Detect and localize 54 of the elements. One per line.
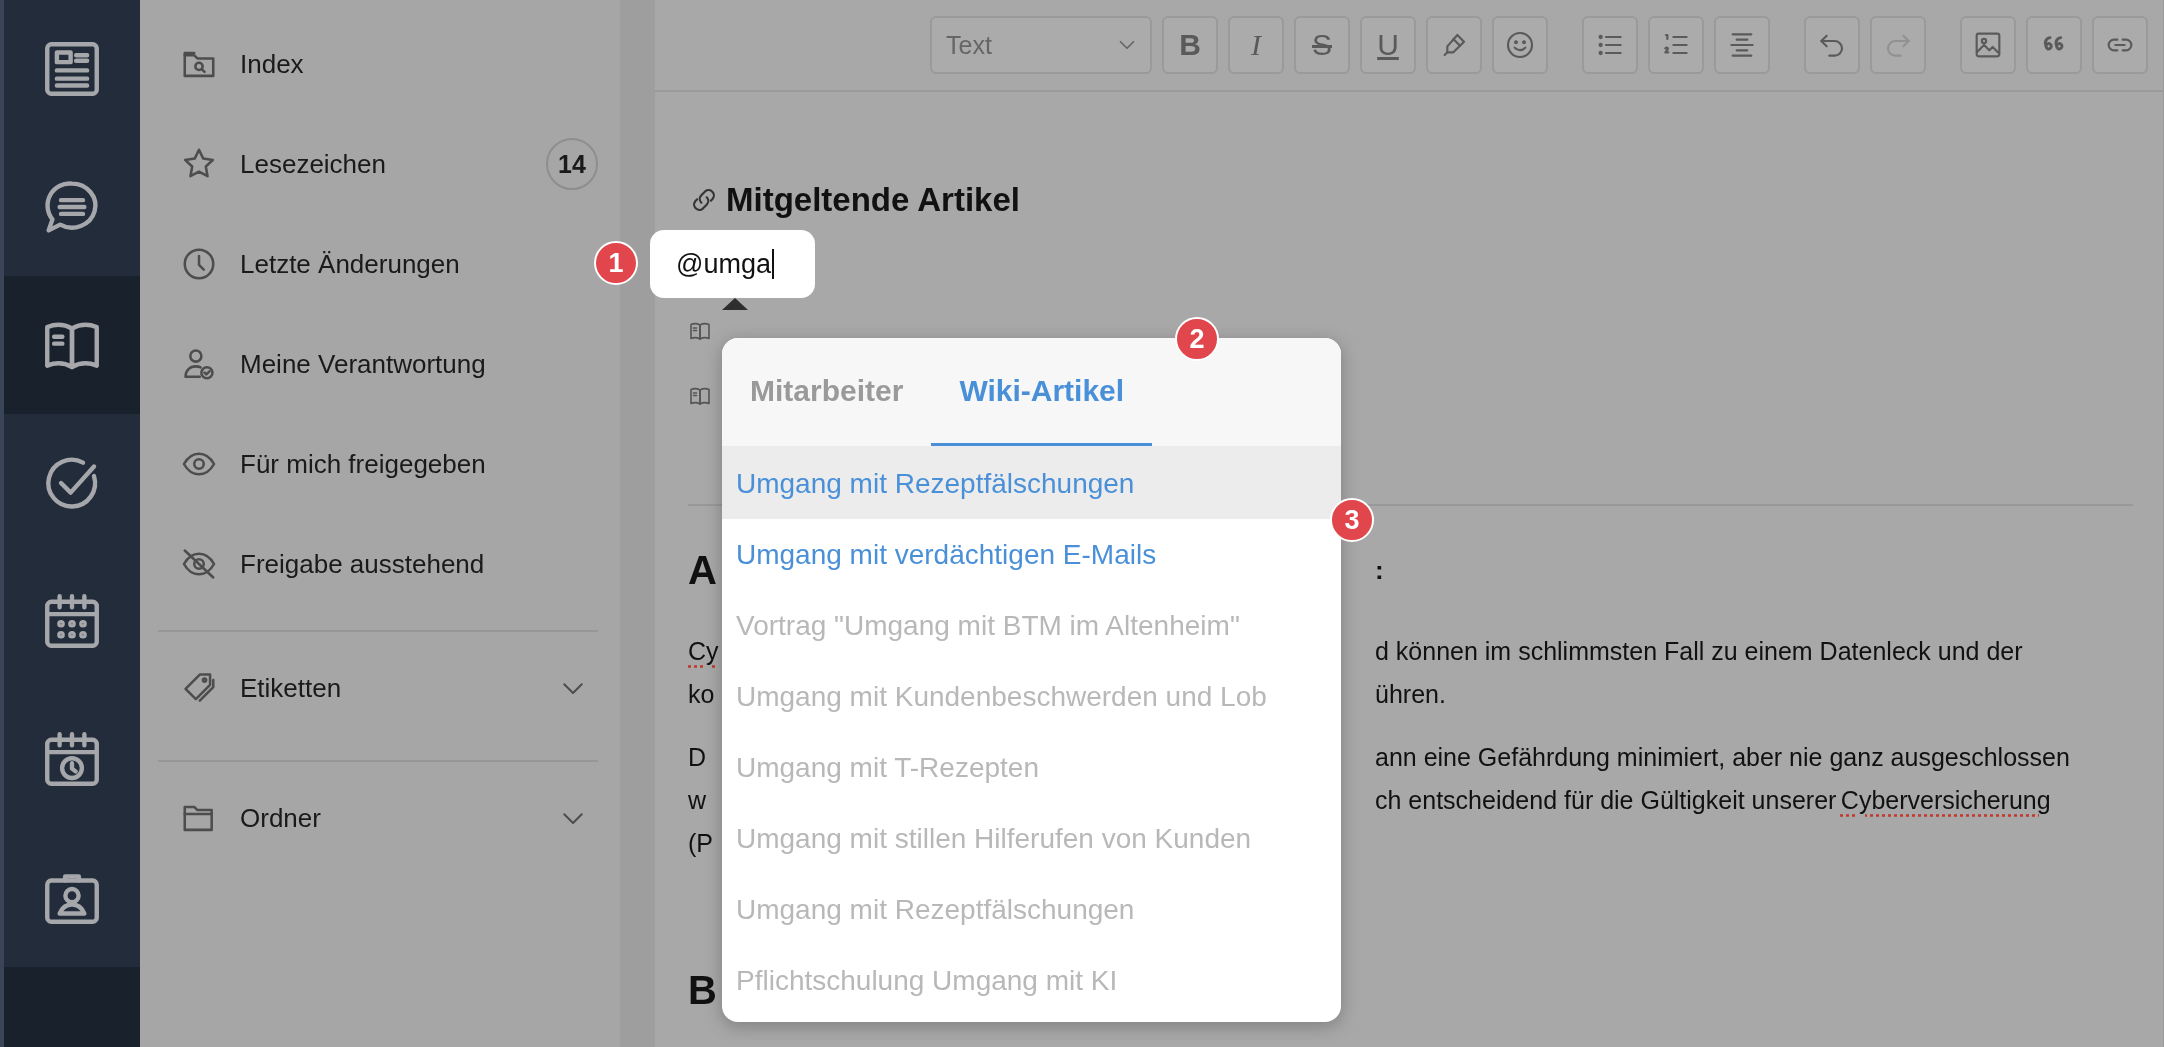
mention-input[interactable]: @umga [650, 230, 815, 298]
sidebar-group-label: Etiketten [240, 672, 343, 704]
toolbar-button[interactable] [1426, 16, 1482, 74]
toolbar-button[interactable] [2092, 16, 2148, 74]
annotation-badge: 3 [1330, 498, 1374, 542]
toolbar-button[interactable] [1492, 16, 1548, 74]
count-badge: 14 [546, 138, 598, 190]
paragraph-text: w [688, 785, 708, 816]
sidebar-item-label: Lesezeichen [240, 148, 387, 180]
paragraph-text: ann eine Gefährdung minimiert, aber nie ganz ausgeschlossen [1375, 743, 2070, 771]
sidebar-group[interactable]: Etiketten [158, 632, 598, 744]
sidebar-item[interactable]: Meine Verantwortung [158, 314, 598, 414]
toolbar-button[interactable]: S [1294, 16, 1350, 74]
popup-tab[interactable]: Mitarbeiter [722, 338, 932, 446]
section-heading: B [688, 967, 718, 1014]
toolbar-button[interactable] [2026, 16, 2082, 74]
paragraph-text: ko [688, 679, 716, 710]
section-heading: Mitgeltende Artikel [726, 180, 1020, 220]
sidebar-group[interactable]: Ordner [158, 762, 598, 874]
paragraph-text: Cyberversicherung [1840, 786, 2051, 814]
toolbar-button[interactable] [1804, 16, 1860, 74]
toolbar-button[interactable] [1648, 16, 1704, 74]
paragraph-text: d können im schlimmsten Fall zu einem Datenleck und der [1375, 637, 2023, 665]
annotation-badge: 2 [1175, 317, 1219, 361]
toolbar-button[interactable]: I [1228, 16, 1284, 74]
sidebar-item-label: Letzte Änderungen [240, 248, 461, 280]
paragraph-text: ühren. [1375, 680, 1446, 708]
paragraph-text: D [688, 742, 708, 773]
sidebar-item[interactable]: Lesezeichen 14 [158, 114, 598, 214]
paragraph-text: (P [688, 828, 714, 859]
sidebar-item-label: Freigabe ausstehend [240, 548, 486, 580]
sidebar-item[interactable]: Freigabe ausstehend [158, 514, 598, 614]
paragraph-text: ch entscheidend für die Gültigkeit unserer [1375, 786, 1837, 814]
annotation-badge: 1 [594, 241, 638, 285]
toolbar-button[interactable] [1582, 16, 1638, 74]
sidebar-item[interactable]: Für mich freigegeben [158, 414, 598, 514]
rail-nav-button[interactable] [4, 276, 140, 414]
sidebar-item-label: Meine Verantwortung [240, 348, 487, 380]
format-select[interactable]: Text [930, 16, 1152, 74]
toolbar-button[interactable]: B [1162, 16, 1218, 74]
section-heading: : [1375, 554, 1385, 587]
section-heading: A [688, 547, 718, 594]
sidebar-group-label: Ordner [240, 802, 322, 834]
toolbar-button[interactable] [1714, 16, 1770, 74]
smiley-icon [1504, 29, 1536, 61]
suggestion-item[interactable]: Umgang mit Rezeptfälschungen [722, 448, 1341, 519]
sidebar-item-label: Für mich freigegeben [240, 448, 487, 480]
toolbar-button[interactable] [1960, 16, 2016, 74]
sidebar-item-label: Index [240, 48, 305, 80]
pointer-icon [722, 298, 748, 310]
toolbar-button[interactable]: U [1360, 16, 1416, 74]
sidebar-item[interactable]: Index [158, 14, 598, 114]
paragraph-text: Cy [688, 636, 720, 667]
text-cursor-icon [771, 249, 774, 279]
